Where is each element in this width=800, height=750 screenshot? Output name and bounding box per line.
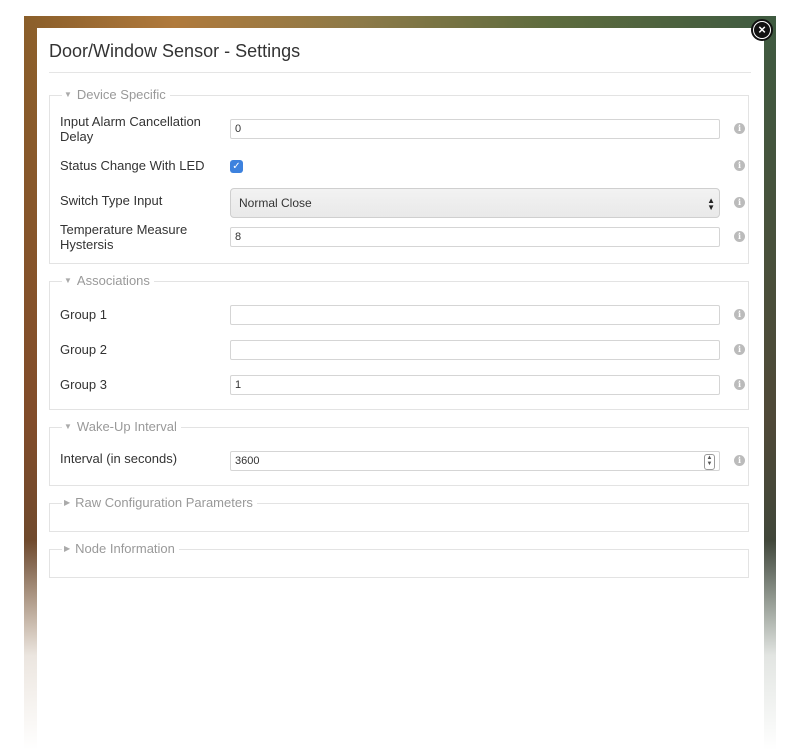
group1-field[interactable] (230, 305, 720, 325)
select-arrows-icon: ▲ ▼ (707, 196, 715, 212)
input-alarm-label: Input Alarm Cancellation Delay (60, 114, 201, 144)
raw-config-legend: Raw Configuration Parameters (75, 495, 253, 510)
group3-field[interactable]: 1 (230, 375, 720, 395)
switch-type-label: Switch Type Input (60, 193, 163, 208)
stepper-icon[interactable]: ▲ ▼ (704, 454, 715, 470)
switch-type-select[interactable]: Normal Close ▲ ▼ (230, 188, 720, 218)
close-button[interactable]: × (751, 19, 773, 41)
info-icon[interactable]: i (734, 455, 745, 466)
device-specific-section: ▼ Device Specific Input Alarm Cancellati… (49, 87, 749, 264)
info-icon[interactable]: i (734, 160, 745, 171)
node-info-section: ▶ Node Information (49, 541, 749, 578)
caret-right-icon: ▶ (64, 544, 71, 553)
dialog-title: Door/Window Sensor - Settings (49, 41, 301, 61)
device-specific-toggle[interactable]: ▼ Device Specific (62, 87, 170, 103)
info-icon[interactable]: i (734, 231, 745, 242)
group3-label: Group 3 (60, 377, 107, 392)
info-icon[interactable]: i (734, 309, 745, 320)
info-icon[interactable]: i (734, 123, 745, 134)
raw-config-section: ▶ Raw Configuration Parameters (49, 495, 749, 532)
title-divider (49, 72, 751, 73)
interval-label: Interval (in seconds) (60, 451, 178, 466)
info-icon[interactable]: i (734, 379, 745, 390)
associations-legend: Associations (76, 273, 150, 288)
input-alarm-field[interactable]: 0 (230, 119, 720, 139)
temp-hysteresis-label: Temperature Measure Hystersis (60, 222, 188, 252)
switch-type-selected: Normal Close (239, 196, 312, 210)
temp-hysteresis-field[interactable]: 8 (230, 227, 720, 247)
info-icon[interactable]: i (734, 344, 745, 355)
close-icon: × (754, 22, 770, 38)
caret-down-icon: ▼ (64, 422, 72, 431)
info-icon[interactable]: i (734, 197, 745, 208)
caret-down-icon: ▼ (64, 276, 72, 285)
wakeup-legend: Wake-Up Interval (76, 419, 177, 434)
group2-label: Group 2 (60, 342, 107, 357)
group1-label: Group 1 (60, 307, 107, 322)
caret-down-icon: ▼ (64, 90, 72, 99)
caret-right-icon: ▶ (64, 498, 71, 507)
group2-field[interactable] (230, 340, 720, 360)
wakeup-section: ▼ Wake-Up Interval Interval (in seconds)… (49, 419, 749, 486)
interval-field[interactable]: 3600 ▲ ▼ (230, 451, 720, 471)
status-led-label: Status Change With LED (60, 158, 205, 173)
device-specific-legend: Device Specific (76, 87, 166, 102)
raw-config-toggle[interactable]: ▶ Raw Configuration Parameters (62, 495, 257, 511)
settings-dialog: Door/Window Sensor - Settings ▼ Device S… (37, 28, 764, 750)
associations-section: ▼ Associations Group 1 i Group 2 i Group… (49, 273, 749, 410)
node-info-toggle[interactable]: ▶ Node Information (62, 541, 179, 557)
associations-toggle[interactable]: ▼ Associations (62, 273, 154, 289)
wakeup-toggle[interactable]: ▼ Wake-Up Interval (62, 419, 181, 435)
status-led-checkbox[interactable]: ✓ (230, 160, 243, 173)
node-info-legend: Node Information (75, 541, 175, 556)
interval-value: 3600 (235, 455, 260, 467)
